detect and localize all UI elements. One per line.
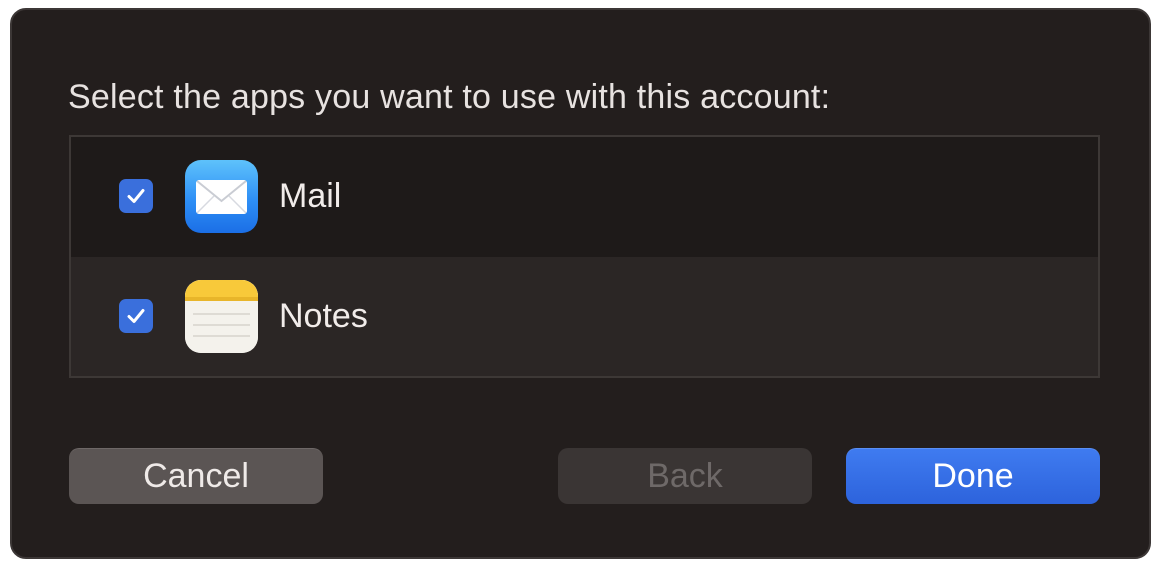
cancel-button[interactable]: Cancel <box>69 448 323 504</box>
app-row-mail[interactable]: Mail <box>71 137 1098 256</box>
notes-app-icon <box>185 280 258 353</box>
checkmark-icon <box>127 189 145 203</box>
app-list: Mail Notes <box>69 135 1100 378</box>
done-button[interactable]: Done <box>846 448 1100 504</box>
app-label-notes: Notes <box>279 297 368 335</box>
checkmark-icon <box>127 309 145 323</box>
mail-checkbox[interactable] <box>119 179 153 213</box>
mail-app-icon <box>185 160 258 233</box>
dialog-prompt: Select the apps you want to use with thi… <box>68 78 831 116</box>
back-button[interactable]: Back <box>558 448 812 504</box>
notes-checkbox[interactable] <box>119 299 153 333</box>
account-apps-dialog: Select the apps you want to use with thi… <box>10 8 1151 559</box>
app-label-mail: Mail <box>279 177 342 215</box>
app-row-notes[interactable]: Notes <box>71 257 1098 376</box>
